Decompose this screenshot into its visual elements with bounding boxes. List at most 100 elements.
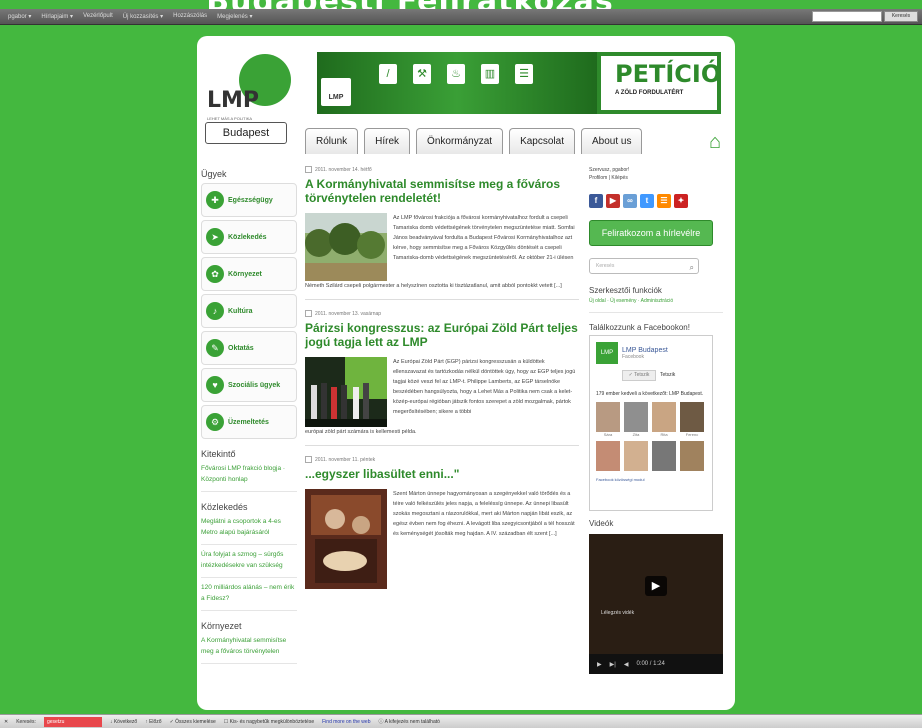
rss-icon[interactable]: ☰ — [657, 194, 671, 208]
category-health[interactable]: ✚ Egészségügy — [201, 183, 297, 217]
article-excerpt: Az LMP fővárosi frakciója a fővárosi kor… — [393, 215, 575, 261]
education-icon: ✎ — [206, 339, 224, 357]
admin-menu-item[interactable]: pgabor ▾ — [8, 13, 31, 20]
find-on-web-link[interactable]: Find more on the web — [322, 719, 370, 725]
fan-avatar[interactable] — [680, 441, 704, 471]
category-education[interactable]: ✎ Oktatás — [201, 331, 297, 365]
fan-avatar[interactable]: Rita — [652, 402, 676, 437]
editor-functions-heading: Szerkesztői funkciók — [589, 286, 662, 295]
section-link[interactable]: A Kormányhivatal semmisítse meg a főváro… — [201, 635, 297, 664]
issues-heading: Ügyek — [201, 169, 227, 179]
tab-rolunk[interactable]: Rólunk — [305, 128, 359, 154]
facebook-widget: LMP LMP Budapest Facebook ✓ Tetszik Tetsz… — [589, 335, 713, 511]
section-link[interactable]: Úra folyjat a szmog – sürgős intézkedése… — [201, 549, 297, 578]
admin-search-button[interactable]: Keresés — [884, 11, 918, 22]
home-icon[interactable]: ⌂ — [709, 132, 729, 154]
tab-onkormanyzat[interactable]: Önkormányzat — [416, 128, 504, 154]
admin-menu-item[interactable]: Új kozzasítés ▾ — [123, 13, 163, 20]
petition-box[interactable]: PETÍCIÓ A ZÖLD FORDULATÉRT — [597, 52, 721, 114]
petition-subtitle: A ZÖLD FORDULATÉRT — [615, 90, 684, 96]
facebook-icon[interactable]: f — [589, 194, 603, 208]
tab-kapcsolat[interactable]: Kapcsolat — [509, 128, 575, 154]
facebook-like-button[interactable]: ✓ Tetszik — [622, 370, 656, 381]
article: 2011. november 14. hétfő A Kormányhivata… — [305, 166, 579, 300]
search-placeholder: Keresés — [596, 263, 615, 269]
close-icon[interactable]: ✕ — [4, 719, 8, 725]
article-title[interactable]: ...egyszer libasültet enni..." — [305, 467, 579, 481]
section-link[interactable]: 120 milliárdos alánás – nem érik a Fides… — [201, 582, 297, 611]
section-link[interactable]: Fővárosi LMP frakció blogja · Központi h… — [201, 463, 297, 492]
article: 2011. november 11. péntek ...egyszer lib… — [305, 456, 579, 597]
tool-icon: ⚒ — [413, 64, 431, 84]
admin-search-input[interactable] — [812, 11, 882, 22]
editor-links[interactable]: Új oldal · Új esemény · Adminisztráció — [589, 298, 723, 313]
next-control-icon[interactable]: ▶| — [610, 661, 616, 668]
right-sidebar: Szervusz, pgabor! Profilom | Kilépés f ▶… — [589, 166, 723, 710]
play-control-icon[interactable]: ▶ — [597, 661, 602, 668]
facebook-like-text: Tetszik — [660, 372, 676, 378]
profile-links[interactable]: Profilom | Kilépés — [589, 174, 723, 182]
fan-name: Zita — [632, 432, 640, 437]
tab-about-us[interactable]: About us — [581, 128, 643, 154]
admin-menu-item[interactable]: Vezérlőpult — [83, 13, 113, 20]
fan-avatar[interactable] — [624, 441, 648, 471]
find-prev-button[interactable]: ↑ Előző — [145, 719, 161, 725]
facebook-fan-faces: Sára Zita Rita Ferenc — [596, 402, 706, 471]
main-nav: Rólunk Hírek Önkormányzat Kapcsolat Abou… — [305, 128, 643, 154]
section-link[interactable]: Meglátni a csoportok a 4-es Metro alapú … — [201, 516, 297, 545]
pencil-icon: / — [379, 64, 397, 84]
article-title[interactable]: Párizsi kongresszus: az Európai Zöld Pár… — [305, 321, 579, 349]
newsletter-subscribe-button[interactable]: Feliratkozom a hírlevélre — [589, 220, 713, 246]
fan-avatar[interactable] — [652, 441, 676, 471]
find-next-button[interactable]: ↓ Következő — [110, 719, 137, 725]
article-image-forest[interactable] — [305, 213, 387, 281]
admin-menu-item[interactable]: Hírlapjaim ▾ — [41, 13, 73, 20]
site-logo[interactable]: LMP LEHET MÁS A POLITIKA — [207, 54, 291, 128]
admin-menu-item[interactable]: Megjelenés ▾ — [217, 13, 252, 20]
flickr-icon[interactable]: ∞ — [623, 194, 637, 208]
match-case-checkbox[interactable]: ☐ Kis- és nagybetűk megkülönböztetése — [224, 719, 314, 725]
petition-banner[interactable]: LMP / ⚒ ♨ ▥ ☰ PETÍCIÓ A ZÖLD FORDULATÉRT — [317, 52, 721, 114]
article-title[interactable]: A Kormányhivatal semmisítse meg a főváro… — [305, 177, 579, 205]
fan-name: Ferenc — [685, 432, 699, 437]
facebook-page-header: LMP LMP Budapest Facebook — [596, 342, 706, 364]
search-icon[interactable]: ⌕ — [690, 261, 694, 275]
category-transport[interactable]: ➤ Közlekedés — [201, 220, 297, 254]
site-search-input[interactable]: Keresés ⌕ — [589, 258, 699, 274]
facebook-page-name[interactable]: LMP Budapest — [622, 347, 668, 354]
category-culture[interactable]: ♪ Kultúra — [201, 294, 297, 328]
calendar-icon — [305, 166, 312, 173]
category-label: Kultúra — [228, 307, 253, 315]
twitter-icon[interactable]: t — [640, 194, 654, 208]
page-container: LMP LEHET MÁS A POLITIKA Budapest LMP / … — [197, 36, 735, 710]
english-flag-icon[interactable]: ✦ — [674, 194, 688, 208]
highlight-all-checkbox[interactable]: ✓ Összes kiemelése — [170, 719, 216, 725]
article-image-painting[interactable] — [305, 489, 387, 589]
article-excerpt: Az Európai Zöld Párt (EGP) párizsi kongr… — [393, 359, 576, 415]
section-heading: Kitekintő — [201, 449, 236, 459]
document-icon: ☰ — [515, 64, 533, 84]
fan-avatar[interactable]: Zita — [624, 402, 648, 437]
tab-hirek[interactable]: Hírek — [364, 128, 411, 154]
fan-avatar[interactable]: Ferenc — [680, 402, 704, 437]
find-input[interactable]: gesetzu — [43, 716, 102, 727]
category-environment[interactable]: ✿ Környezet — [201, 257, 297, 291]
admin-menu-item[interactable]: Hozzászólás — [173, 13, 207, 20]
volume-icon[interactable]: ◀ — [624, 661, 629, 668]
facebook-plugin-label[interactable]: Facebook közösségi modul — [596, 477, 706, 482]
fan-avatar[interactable]: Sára — [596, 402, 620, 437]
facebook-page-logo[interactable]: LMP — [596, 342, 618, 364]
category-label: Szociális ügyek — [228, 381, 281, 389]
video-player[interactable]: ▶ Lélegzés vidék ▶ ▶| ◀ 0:00 / 1:24 — [589, 534, 723, 674]
article-date: 2011. november 13. vasárnap — [305, 310, 579, 317]
article: 2011. november 13. vasárnap Párizsi kong… — [305, 310, 579, 446]
youtube-icon[interactable]: ▶ — [606, 194, 620, 208]
fan-avatar[interactable] — [596, 441, 620, 471]
article-excerpt-tail: Németh Szilárd csepeli polgármester a he… — [305, 283, 562, 289]
category-operations[interactable]: ⚙ Üzemeltetés — [201, 405, 297, 439]
facebook-heading: Találkozzunk a Facebookon! — [589, 323, 690, 332]
play-icon[interactable]: ▶ — [645, 576, 667, 596]
article-image-congress[interactable] — [305, 357, 387, 427]
petition-title: PETÍCIÓ — [615, 60, 722, 88]
category-social[interactable]: ♥ Szociális ügyek — [201, 368, 297, 402]
